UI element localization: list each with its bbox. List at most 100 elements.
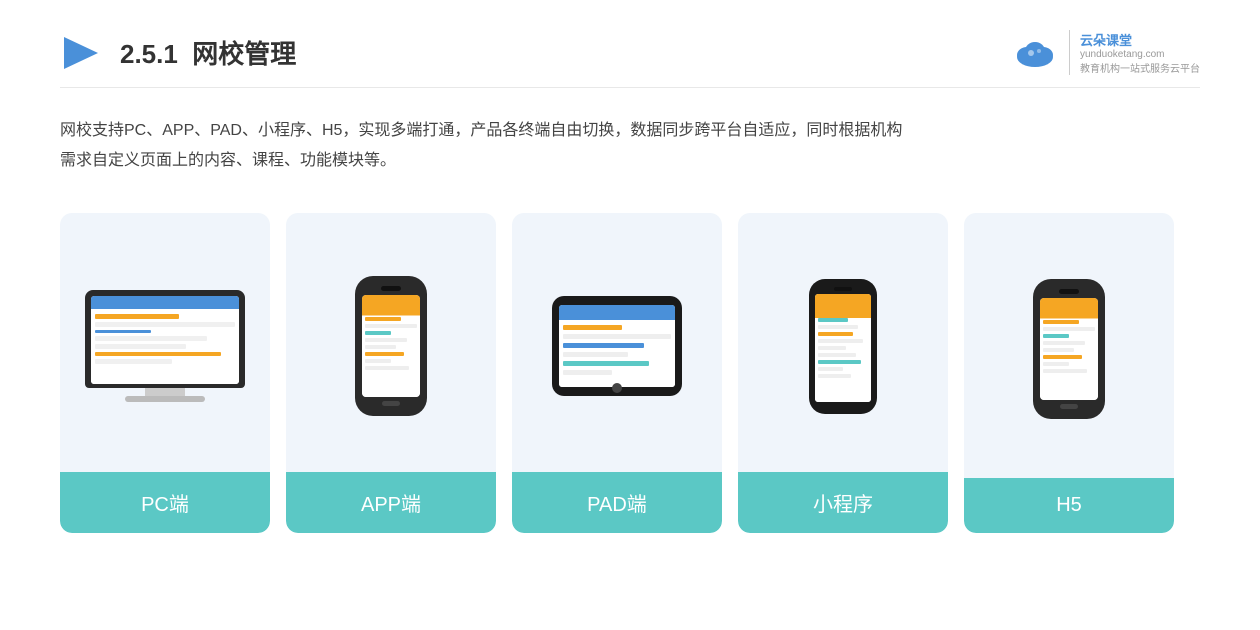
mini-row-8	[818, 367, 843, 371]
h5-row-8	[1043, 369, 1087, 373]
device-area-pc	[69, 213, 261, 472]
phone-home-h5	[1060, 404, 1078, 409]
h5-row-1	[1043, 320, 1079, 324]
mini-row-2	[818, 325, 858, 329]
mini-phone-content	[815, 294, 871, 402]
mini-phone-notch	[834, 287, 852, 291]
card-label-pc: PC端	[60, 472, 270, 533]
h5-row-7	[1043, 362, 1069, 366]
device-tablet	[552, 296, 682, 396]
phone-home	[382, 401, 400, 406]
brand-name: 云朵课堂	[1080, 30, 1132, 49]
tablet-outer	[552, 296, 682, 396]
phone-screen-h5	[1040, 298, 1098, 400]
cloud-svg	[1011, 37, 1059, 69]
mini-row-9	[818, 374, 851, 378]
phone-screen-content-app	[362, 295, 420, 397]
phone-rows	[365, 317, 417, 373]
pc-stand	[145, 388, 185, 396]
pc-bar-5	[95, 344, 186, 349]
slogan2: 式服务云平台	[1140, 64, 1200, 75]
phone-row-1	[365, 317, 401, 321]
description-line1: 网校支持PC、APP、PAD、小程序、H5，实现多端打通，产品各终端自由切换，数…	[60, 116, 1200, 146]
phone-row-5	[365, 345, 396, 349]
brand-text-group: 云朵课堂 yunduoketang.com 教育机构一站式服务云平台	[1069, 30, 1200, 75]
brand-logo: 云朵课堂 yunduoketang.com 教育机构一站式服务云平台	[1011, 30, 1200, 75]
phone-outer-app	[355, 276, 427, 416]
phone-row-2	[365, 324, 417, 328]
h5-row-5	[1043, 348, 1074, 352]
tablet-home-dot	[612, 383, 622, 393]
brand-domain-text: yunduoketang.com	[1080, 49, 1165, 60]
pc-bar-6	[95, 352, 221, 356]
mini-row-5	[818, 346, 846, 350]
pc-screen-inner	[91, 296, 239, 384]
header-left: 2.5.1 网校管理	[60, 31, 296, 75]
tablet-row-4	[563, 352, 628, 357]
pc-bar-7	[95, 359, 172, 364]
phone-row-8	[365, 366, 409, 370]
h5-row-2	[1043, 327, 1095, 331]
page-title: 2.5.1 网校管理	[120, 34, 296, 71]
phone-row-6	[365, 352, 404, 356]
phone-row-4	[365, 338, 407, 342]
phone-row-3	[365, 331, 391, 335]
device-phone-app	[355, 276, 427, 416]
page-wrapper: 2.5.1 网校管理 云朵课堂 yunduoket	[0, 0, 1260, 630]
section-number: 2.5.1	[120, 39, 178, 69]
device-pc	[85, 290, 245, 402]
description-line2: 需求自定义页面上的内容、课程、功能模块等。	[60, 146, 1200, 176]
card-label-pad: PAD端	[512, 472, 722, 533]
device-area-app	[339, 213, 443, 472]
logo-svg	[60, 31, 104, 75]
pc-bar-4	[95, 336, 207, 341]
cards-container: PC端	[60, 213, 1200, 533]
tablet-row-2	[563, 334, 671, 339]
phone-rows-h5	[1043, 320, 1095, 376]
cloud-icon	[1011, 37, 1059, 69]
card-label-h5: H5	[964, 478, 1174, 533]
tablet-row-3	[563, 343, 644, 348]
device-area-h5	[1017, 213, 1121, 478]
mini-phone-screen	[815, 294, 871, 402]
phone-outer-h5	[1033, 279, 1105, 419]
phone-notch-h5	[1059, 289, 1079, 294]
header: 2.5.1 网校管理 云朵课堂 yunduoket	[60, 30, 1200, 88]
mini-row-7	[818, 360, 861, 364]
pc-bar-2	[95, 322, 235, 327]
card-label-mini: 小程序	[738, 472, 948, 533]
card-h5: H5	[964, 213, 1174, 533]
card-miniprogram: 小程序	[738, 213, 948, 533]
mini-row-6	[818, 353, 856, 357]
pc-screen-content	[91, 296, 239, 384]
h5-row-6	[1043, 355, 1082, 359]
mini-row-1	[818, 318, 848, 322]
slogan1: 教育机构一站	[1080, 64, 1140, 75]
device-area-mini	[793, 213, 893, 472]
mini-phone-rows	[818, 318, 868, 381]
pc-bar-3	[95, 330, 151, 333]
pc-screen-outer	[85, 290, 245, 388]
phone-notch	[381, 286, 401, 291]
logo-icon	[60, 31, 104, 75]
pc-screen-bars	[95, 314, 235, 367]
tablet-row-1	[563, 325, 622, 330]
phone-screen-app	[362, 295, 420, 397]
brand-slogan: 教育机构一站式服务云平台	[1080, 60, 1200, 75]
device-area-pad	[536, 213, 698, 472]
mini-phone-outer	[809, 279, 877, 414]
h5-row-3	[1043, 334, 1069, 338]
brand-domain: yunduoketang.com	[1080, 49, 1165, 60]
device-phone-h5	[1033, 279, 1105, 419]
h5-row-4	[1043, 341, 1085, 345]
tablet-row-6	[563, 370, 612, 375]
tablet-screen-content	[559, 305, 675, 387]
pc-base	[125, 396, 205, 402]
tablet-screen	[559, 305, 675, 387]
phone-screen-content-h5	[1040, 298, 1098, 400]
card-pc: PC端	[60, 213, 270, 533]
card-label-app: APP端	[286, 472, 496, 533]
tablet-rows	[563, 325, 671, 379]
description: 网校支持PC、APP、PAD、小程序、H5，实现多端打通，产品各终端自由切换，数…	[60, 116, 1200, 177]
device-mini-phone	[809, 279, 877, 414]
